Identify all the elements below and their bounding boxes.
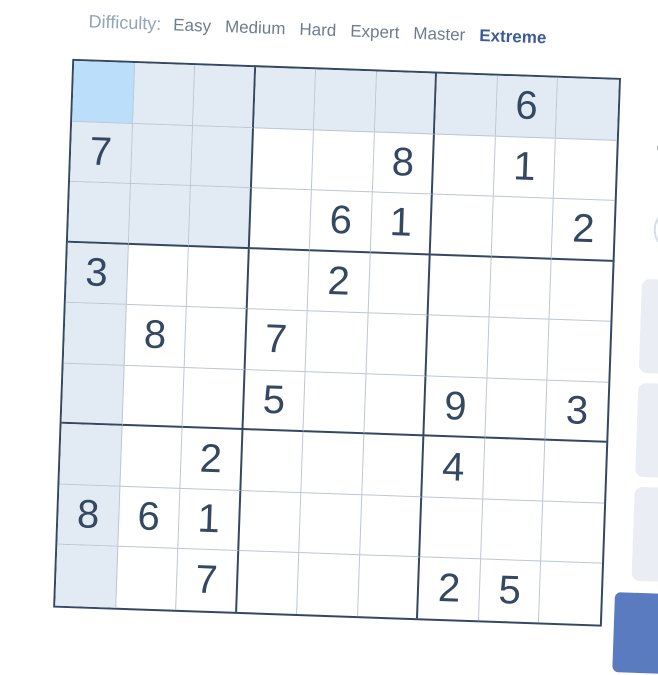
sudoku-cell-r6c1[interactable] (61, 363, 125, 427)
sudoku-cell-r2c3[interactable] (191, 125, 254, 189)
difficulty-extreme[interactable]: Extreme (479, 26, 547, 48)
sudoku-cell-r2c7[interactable] (433, 134, 496, 197)
sudoku-cell-r2c4[interactable] (251, 127, 315, 191)
sudoku-cell-r6c7[interactable]: 9 (424, 376, 488, 439)
sudoku-cell-r3c4[interactable] (249, 188, 313, 251)
new-game-button[interactable] (612, 592, 658, 675)
sudoku-cell-r5c6[interactable] (366, 313, 429, 377)
sudoku-cell-r4c8[interactable] (489, 257, 553, 320)
sudoku-cell-r7c4[interactable] (240, 430, 304, 493)
sudoku-cell-r9c6[interactable] (357, 555, 421, 619)
sudoku-cell-r8c2[interactable]: 6 (117, 486, 181, 550)
sudoku-cell-r8c9[interactable] (541, 501, 605, 565)
sudoku-cell-r5c9[interactable] (547, 319, 611, 383)
sudoku-cell-r8c7[interactable] (420, 497, 484, 560)
difficulty-easy[interactable]: Easy (173, 15, 211, 36)
sudoku-cell-r8c4[interactable] (238, 490, 302, 554)
sudoku-cell-r3c7[interactable] (431, 194, 494, 258)
sudoku-board: 6781612328759324861725 (53, 58, 621, 627)
sudoku-cell-r9c3[interactable]: 7 (176, 549, 239, 612)
sudoku-cell-r3c5[interactable]: 6 (309, 190, 373, 254)
sudoku-cell-r4c7[interactable] (428, 255, 492, 318)
sudoku-cell-r9c2[interactable] (115, 547, 179, 610)
sudoku-cell-r6c4[interactable]: 5 (243, 369, 306, 433)
notes-button[interactable] (631, 486, 658, 583)
sudoku-cell-r8c3[interactable]: 1 (178, 488, 241, 552)
sudoku-cell-r4c9[interactable] (549, 259, 613, 323)
sudoku-cell-r3c8[interactable] (491, 196, 555, 260)
sudoku-cell-r9c4[interactable] (236, 551, 300, 615)
sudoku-cell-r3c3[interactable] (188, 186, 252, 249)
sudoku-cell-r4c5[interactable]: 2 (307, 250, 371, 314)
sudoku-cell-r6c5[interactable] (303, 371, 367, 435)
sudoku-cell-r2c8[interactable]: 1 (493, 136, 557, 199)
sudoku-cell-r7c9[interactable] (543, 440, 607, 504)
sudoku-cell-r8c1[interactable]: 8 (57, 484, 120, 548)
sudoku-cell-r4c4[interactable] (247, 248, 310, 312)
sudoku-cell-r4c6[interactable] (368, 253, 432, 316)
sudoku-cell-r7c6[interactable] (362, 434, 425, 498)
sudoku-cell-r6c8[interactable] (485, 378, 548, 441)
timer-toggle-button[interactable] (652, 207, 658, 253)
sudoku-cell-r3c6[interactable]: 1 (370, 192, 434, 256)
sudoku-cell-r4c3[interactable] (186, 246, 250, 310)
sudoku-cell-r1c6[interactable] (374, 71, 438, 135)
game-scene: Difficulty: Easy Medium Hard Expert Mast… (0, 0, 658, 675)
sudoku-cell-r5c7[interactable] (426, 315, 490, 379)
sudoku-cell-r3c9[interactable]: 2 (552, 198, 615, 262)
sudoku-cell-r9c1[interactable] (55, 545, 118, 608)
sudoku-cell-r9c7[interactable]: 2 (418, 557, 481, 621)
undo-button[interactable] (638, 278, 658, 375)
sudoku-cell-r3c1[interactable] (67, 181, 131, 245)
erase-button[interactable] (635, 382, 658, 479)
sudoku-cell-r2c1[interactable]: 7 (70, 121, 133, 185)
sudoku-cell-r2c9[interactable] (554, 138, 617, 201)
sudoku-cell-r1c4[interactable] (253, 67, 317, 130)
difficulty-bar: Difficulty: Easy Medium Hard Expert Mast… (88, 11, 560, 48)
sudoku-cell-r5c5[interactable] (305, 311, 369, 375)
sudoku-cell-r2c2[interactable] (130, 123, 194, 187)
sudoku-cell-r7c8[interactable] (483, 438, 546, 502)
sudoku-cell-r6c6[interactable] (364, 374, 427, 437)
sudoku-cell-r1c2[interactable] (132, 63, 196, 126)
sudoku-cell-r7c1[interactable] (59, 424, 123, 487)
sudoku-cell-r4c1[interactable]: 3 (65, 242, 129, 306)
sudoku-cell-r1c5[interactable] (314, 69, 377, 132)
sudoku-cell-r1c8[interactable]: 6 (495, 75, 559, 139)
sudoku-cell-r3c2[interactable] (128, 184, 192, 247)
sudoku-cell-r7c3[interactable]: 2 (180, 428, 244, 491)
sudoku-cell-r7c2[interactable] (119, 426, 183, 489)
sudoku-cell-r9c5[interactable] (297, 553, 360, 617)
sudoku-cell-r1c9[interactable] (556, 77, 619, 141)
sudoku-cell-r7c5[interactable] (301, 432, 365, 496)
sudoku-cell-r9c9[interactable] (539, 562, 602, 625)
difficulty-master[interactable]: Master (413, 24, 466, 46)
sudoku-cell-r5c2[interactable]: 8 (124, 305, 187, 368)
sudoku-cell-r1c1[interactable] (72, 60, 135, 124)
sudoku-cell-r8c8[interactable] (480, 499, 544, 562)
difficulty-label: Difficulty: (88, 11, 162, 34)
sudoku-cell-r2c6[interactable]: 8 (372, 131, 436, 195)
sudoku-cell-r4c2[interactable] (126, 244, 189, 308)
sudoku-cell-r1c7[interactable] (435, 73, 498, 137)
sudoku-cell-r7c7[interactable]: 4 (422, 436, 486, 500)
difficulty-hard[interactable]: Hard (299, 20, 337, 41)
sudoku-cell-r8c5[interactable] (299, 492, 363, 556)
sudoku-cell-r1c3[interactable] (193, 65, 256, 128)
sudoku-cell-r5c3[interactable] (184, 307, 248, 370)
sudoku-cell-r5c1[interactable] (63, 302, 127, 366)
sudoku-cell-r8c6[interactable] (359, 495, 423, 558)
sudoku-cell-r6c9[interactable]: 3 (545, 380, 609, 444)
sudoku-cell-r9c8[interactable]: 5 (478, 559, 542, 623)
sudoku-cell-r6c3[interactable] (182, 367, 246, 431)
sudoku-cell-r5c8[interactable] (487, 317, 550, 381)
sudoku-cell-r6c2[interactable] (122, 365, 185, 429)
sudoku-cell-r2c5[interactable] (312, 129, 375, 193)
difficulty-expert[interactable]: Expert (350, 22, 400, 44)
sudoku-cell-r5c4[interactable]: 7 (245, 309, 308, 372)
difficulty-medium[interactable]: Medium (225, 17, 286, 39)
